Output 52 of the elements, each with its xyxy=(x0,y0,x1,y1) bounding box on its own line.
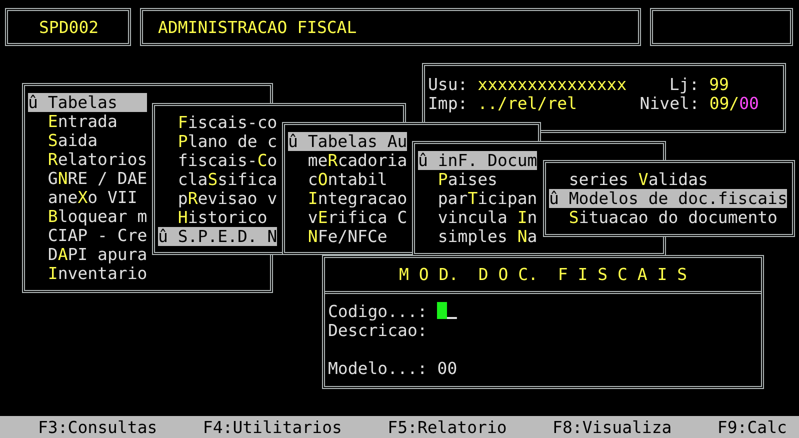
dialog-title: M O D. D O C. F I S C A I S xyxy=(398,265,688,284)
printer-label: Imp: xyxy=(428,94,468,113)
menu-item[interactable]: Integracao xyxy=(288,189,408,208)
menu-item[interactable]: û inF. Docum xyxy=(418,151,538,170)
menu-item[interactable]: Paises xyxy=(418,170,538,189)
menu-item[interactable]: Situacao do documento xyxy=(549,208,788,227)
menu-item[interactable]: û Tabelas xyxy=(28,93,148,112)
menu-item[interactable]: Bloquear m xyxy=(28,207,148,226)
menu-item[interactable]: Plano de c xyxy=(158,132,278,151)
menu-item[interactable]: DAPI apura xyxy=(28,245,148,264)
field-value: 00 xyxy=(437,359,458,378)
menu-item[interactable]: simples Na xyxy=(418,227,538,246)
menu-item[interactable]: CIAP - Cre xyxy=(28,226,148,245)
field-label: Descricao: xyxy=(328,321,428,340)
menu-item[interactable]: vincula In xyxy=(418,208,538,227)
menu-item[interactable]: fiscais-Co xyxy=(158,151,278,170)
store-value: 99 xyxy=(709,75,729,94)
level-label: Nivel: xyxy=(640,94,700,113)
printer-value: ../rel/rel xyxy=(478,94,578,113)
menu-item[interactable]: Inventario xyxy=(28,264,148,283)
menu-item[interactable]: Fiscais-co xyxy=(158,113,278,132)
function-key[interactable]: F9:Calc xyxy=(717,418,787,436)
cursor-icon xyxy=(437,302,448,319)
user-label: Usu: xyxy=(428,75,468,94)
menu-item[interactable]: aneXo VII xyxy=(28,188,148,207)
program-code: SPD002 xyxy=(39,18,99,36)
menu-item[interactable]: pRevisao v xyxy=(158,189,278,208)
field-label: Modelo...: xyxy=(328,359,428,378)
menu-item[interactable]: NFe/NFCe xyxy=(288,227,408,246)
screen-title: ADMINISTRACAO FISCAL xyxy=(158,18,357,36)
menu-item[interactable]: û Tabelas Au xyxy=(288,132,408,151)
store-label: Lj: xyxy=(669,75,700,94)
menu-item[interactable]: Relatorios xyxy=(28,150,148,169)
menu-item[interactable]: GNRE / DAE xyxy=(28,169,148,188)
menu-item[interactable]: series Validas xyxy=(549,170,788,189)
menu-item[interactable]: meRcadoria xyxy=(288,151,408,170)
menu-item[interactable]: parTicipan xyxy=(418,189,538,208)
function-key[interactable]: F5:Relatorio xyxy=(388,418,507,436)
menu-item[interactable]: vErifica C xyxy=(288,208,408,227)
function-key[interactable]: F4:Utilitarios xyxy=(202,418,342,436)
menu-item[interactable]: Historico xyxy=(158,208,278,227)
menu-item[interactable]: claSsifica xyxy=(158,170,278,189)
menu-item[interactable]: Entrada xyxy=(28,112,148,131)
user-value: xxxxxxxxxxxxxxx xyxy=(478,75,627,94)
field-label: Codigo...: xyxy=(328,302,428,321)
function-key[interactable]: F8:Visualiza xyxy=(552,418,672,436)
menu-item[interactable]: cOntabil xyxy=(288,170,408,189)
level-value: 09/00 xyxy=(709,94,759,113)
menu-item[interactable]: û S.P.E.D. N xyxy=(158,227,278,246)
menu-item[interactable]: Saida xyxy=(28,131,148,150)
menu-item[interactable]: û Modelos de doc.fiscais xyxy=(549,189,788,208)
function-key[interactable]: F3:Consultas xyxy=(38,418,158,436)
